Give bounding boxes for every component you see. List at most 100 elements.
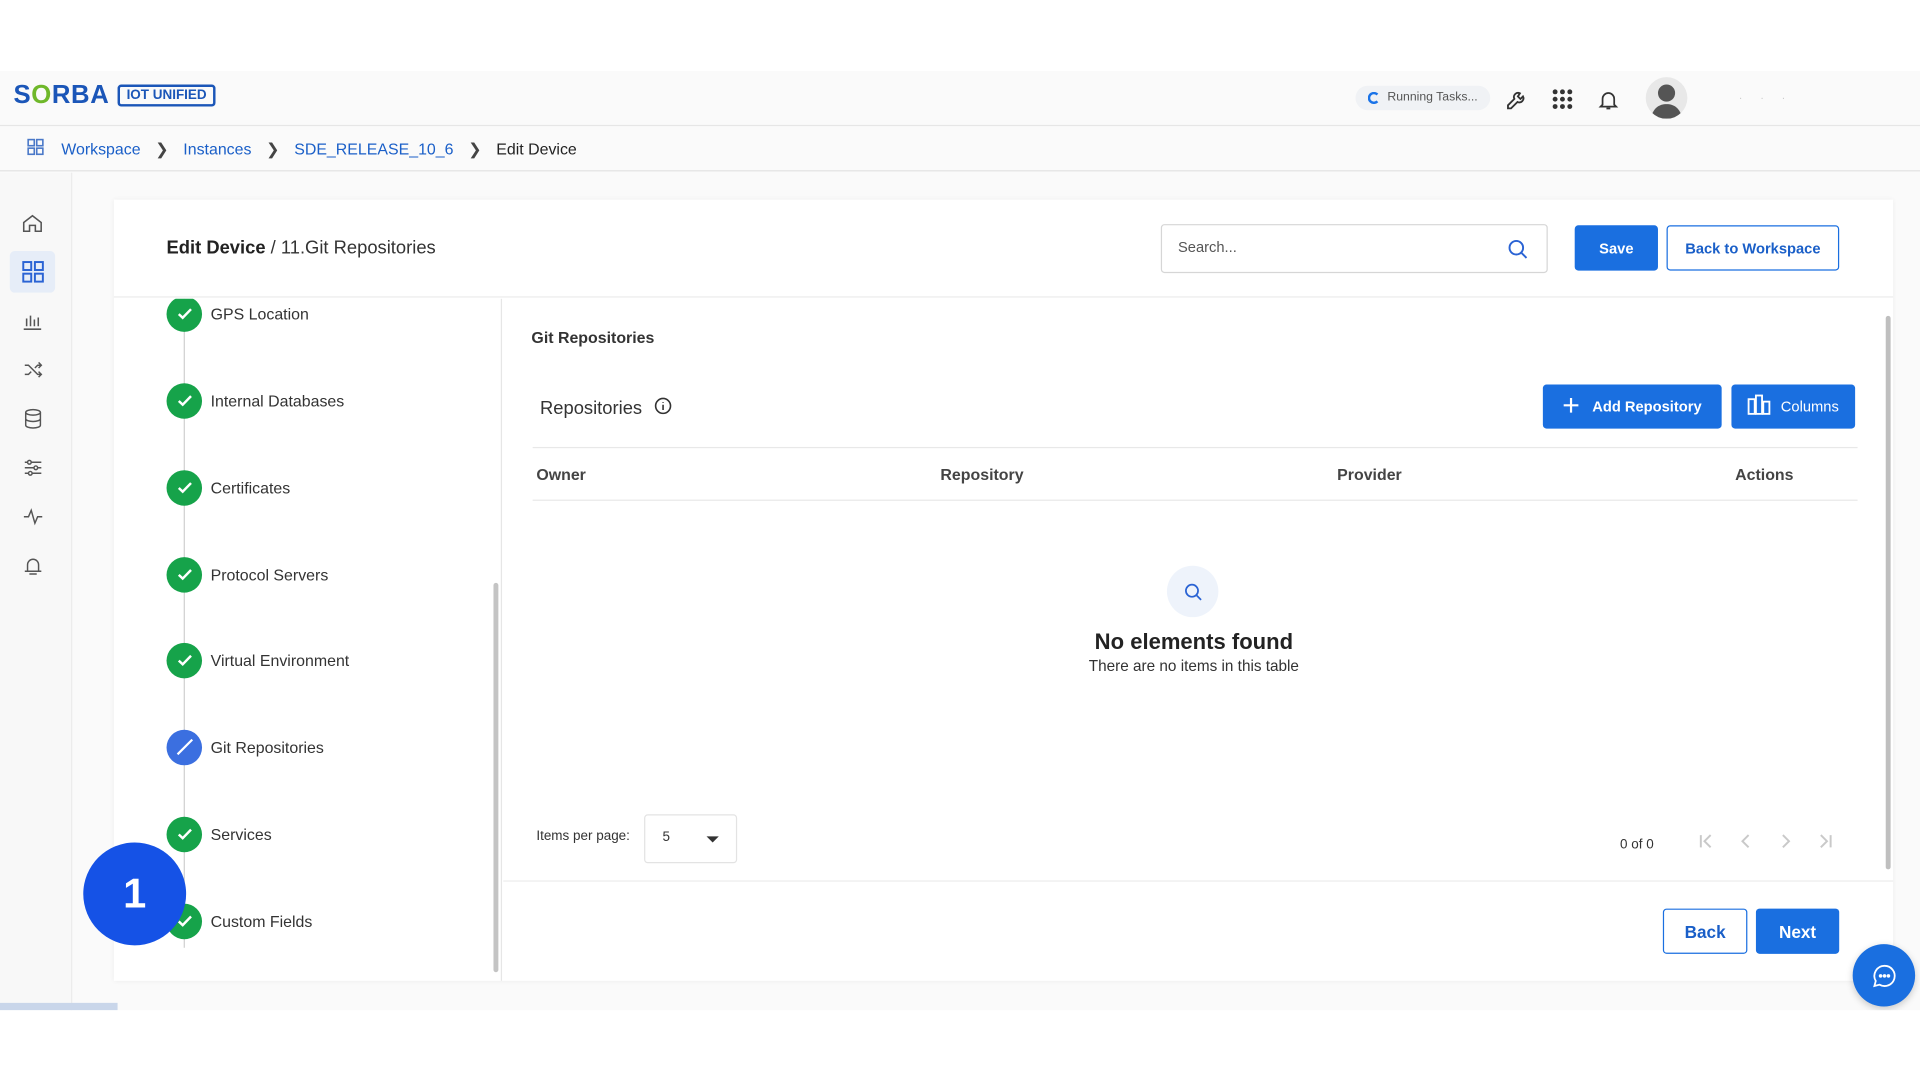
pencil-icon — [166, 729, 203, 765]
alarm-icon[interactable] — [10, 545, 55, 587]
column-actions[interactable]: Actions — [1735, 465, 1793, 483]
home-icon[interactable] — [10, 202, 55, 244]
previous-page-icon[interactable] — [1736, 831, 1756, 851]
step-label: Virtual Environment — [210, 650, 350, 670]
pagination-range: 0 of 0 — [1620, 837, 1654, 853]
card-header: Edit Device / 11.Git Repositories Save B… — [113, 200, 1894, 298]
sliders-icon[interactable] — [10, 447, 55, 489]
avatar[interactable] — [1645, 77, 1688, 119]
edit-device-card: Edit Device / 11.Git Repositories Save B… — [113, 199, 1894, 981]
step-list-scrollbar[interactable] — [492, 301, 499, 981]
top-whitespace — [0, 0, 1920, 72]
logo-wordmark: SORBA — [13, 80, 110, 109]
breadcrumb-instance[interactable]: SDE_RELEASE_10_6 — [294, 140, 453, 158]
step-label: GPS Location — [210, 304, 309, 323]
columns-button[interactable]: Columns — [1731, 384, 1856, 429]
add-repository-label: Add Repository — [1592, 397, 1702, 416]
running-tasks-label: Running Tasks... — [1387, 90, 1478, 105]
spinner-icon — [1367, 91, 1381, 105]
step-item[interactable]: Custom Fields — [166, 902, 313, 939]
search-icon[interactable] — [1506, 238, 1529, 267]
table-header: Owner Repository Provider Actions — [532, 446, 1858, 501]
dashboard-icon[interactable] — [9, 251, 56, 293]
scrollbar-thumb[interactable] — [493, 582, 499, 973]
add-repository-button[interactable]: Add Repository — [1542, 384, 1722, 429]
items-per-page-value: 5 — [662, 830, 670, 845]
info-icon[interactable] — [654, 397, 672, 420]
last-page-icon[interactable] — [1816, 831, 1836, 851]
breadcrumb-instances[interactable]: Instances — [183, 140, 251, 158]
column-owner[interactable]: Owner — [536, 465, 586, 483]
next-page-icon[interactable] — [1776, 831, 1796, 851]
rail-footer-bar — [0, 1002, 118, 1011]
columns-label: Columns — [1780, 397, 1839, 416]
footer-divider — [503, 880, 1894, 882]
page-title: Edit Device / 11.Git Repositories — [166, 237, 436, 259]
search-box — [1160, 224, 1548, 274]
items-per-page-select[interactable]: 5 — [644, 814, 738, 864]
save-button[interactable]: Save — [1574, 225, 1658, 271]
step-item[interactable]: Virtual Environment — [166, 642, 350, 679]
top-header: SORBA IOT UNIFIED Running Tasks... · · · — [0, 71, 1920, 127]
pulse-icon[interactable] — [10, 496, 55, 538]
apps-grid-icon[interactable] — [1549, 86, 1576, 113]
step-label: Internal Databases — [210, 391, 345, 410]
user-name-blurred: · · · — [1738, 91, 1793, 105]
side-rail — [0, 172, 73, 1011]
step-item[interactable]: Protocol Servers — [166, 556, 329, 593]
plus-icon — [1563, 396, 1580, 417]
chat-icon — [1872, 964, 1895, 987]
column-provider[interactable]: Provider — [1337, 465, 1402, 483]
repositories-heading: Repositories — [540, 397, 673, 420]
bell-icon[interactable] — [1594, 86, 1621, 113]
step-item-current[interactable]: Git Repositories — [166, 729, 324, 766]
check-icon — [166, 816, 203, 852]
logo-badge: IOT UNIFIED — [117, 84, 216, 107]
sorba-logo[interactable]: SORBA IOT UNIFIED — [13, 80, 216, 110]
shuffle-icon[interactable] — [10, 349, 55, 391]
step-item[interactable]: GPS Location — [166, 298, 309, 332]
back-to-workspace-button[interactable]: Back to Workspace — [1666, 225, 1840, 271]
repositories-title: Repositories — [540, 397, 643, 419]
check-icon — [166, 298, 203, 332]
step-label: Git Repositories — [210, 737, 324, 757]
next-button[interactable]: Next — [1755, 908, 1840, 954]
check-icon — [166, 469, 203, 506]
step-label: Protocol Servers — [210, 565, 329, 584]
columns-icon — [1748, 394, 1771, 418]
step-item[interactable]: Services — [166, 816, 272, 853]
breadcrumb: Workspace ❯ Instances ❯ SDE_RELEASE_10_6… — [0, 127, 1920, 172]
caret-down-icon — [706, 836, 719, 843]
repositories-panel: Git Repositories Repositories Add Reposi… — [503, 299, 1874, 882]
step-marker-badge: 1 — [83, 842, 187, 946]
check-icon — [166, 642, 203, 678]
breadcrumb-workspace[interactable]: Workspace — [61, 140, 140, 158]
workspace-grid-icon[interactable] — [27, 138, 44, 159]
app-window: SORBA IOT UNIFIED Running Tasks... · · ·… — [0, 0, 1920, 1011]
step-item[interactable]: Certificates — [166, 469, 291, 506]
chevron-right-icon: ❯ — [266, 138, 280, 158]
step-item[interactable]: Internal Databases — [166, 382, 345, 419]
search-input[interactable] — [1177, 238, 1485, 256]
check-icon — [166, 382, 203, 419]
scrollbar-thumb[interactable] — [1885, 315, 1891, 870]
empty-search-icon — [1166, 565, 1219, 618]
empty-subtitle: There are no items in this table — [1088, 657, 1299, 675]
database-icon[interactable] — [10, 398, 55, 440]
running-tasks-indicator[interactable]: Running Tasks... — [1355, 85, 1490, 111]
wrench-icon[interactable] — [1504, 86, 1531, 113]
back-button[interactable]: Back — [1662, 908, 1748, 954]
check-icon — [166, 556, 203, 593]
section-title: Git Repositories — [531, 328, 655, 347]
chart-icon[interactable] — [10, 300, 55, 342]
step-label: Certificates — [210, 478, 291, 497]
breadcrumb-current: Edit Device — [496, 139, 577, 158]
step-label: Services — [210, 824, 272, 844]
items-per-page-label: Items per page: — [536, 828, 630, 844]
chat-button[interactable] — [1852, 944, 1916, 1007]
first-page-icon[interactable] — [1696, 831, 1716, 851]
step-label: Custom Fields — [210, 911, 313, 931]
empty-title: No elements found — [1094, 629, 1294, 654]
column-repository[interactable]: Repository — [940, 465, 1023, 483]
content-scrollbar[interactable] — [1885, 301, 1894, 881]
